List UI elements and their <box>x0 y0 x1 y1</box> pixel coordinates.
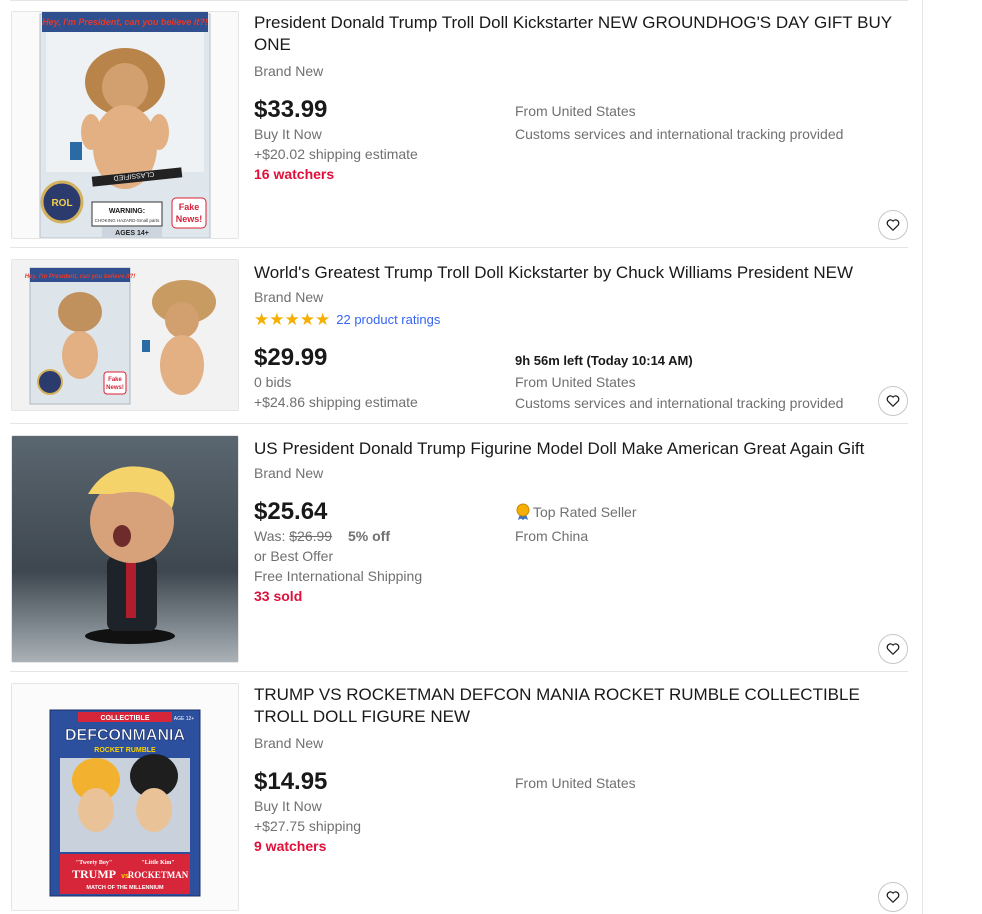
svg-text:ROL: ROL <box>51 198 72 209</box>
condition-label: Brand New <box>254 465 324 481</box>
shipping-cost: Free International Shipping <box>254 568 423 584</box>
listing-image[interactable]: COLLECTIBLE DEFCONMANIA ROCKET RUMBLE AG… <box>11 683 239 911</box>
svg-text:"Tweety Boy": "Tweety Boy" <box>76 860 112 866</box>
heart-icon <box>886 891 900 903</box>
price: $25.64 <box>254 498 328 525</box>
star-icon: ★ <box>269 310 285 329</box>
item-location: From United States <box>515 103 636 119</box>
best-offer-label: or Best Offer <box>254 548 334 564</box>
star-icon: ★ <box>315 310 331 329</box>
condition-label: Brand New <box>254 289 324 305</box>
price: $33.99 <box>254 96 328 123</box>
ratings-count-link[interactable]: 22 product ratings <box>336 312 440 327</box>
original-price: $26.99 <box>289 528 333 544</box>
watch-heart-button[interactable] <box>878 882 908 912</box>
defconmania-box-image: COLLECTIBLE DEFCONMANIA ROCKET RUMBLE AG… <box>12 684 238 910</box>
svg-text:"Little Kim": "Little Kim" <box>141 860 175 866</box>
listing-title-link[interactable]: President Donald Trump Troll Doll Kickst… <box>254 12 894 56</box>
listing-item: US President Donald Trump Figurine Model… <box>10 424 908 672</box>
top-rated-medal-icon <box>516 503 530 520</box>
sold-count: 33 sold <box>254 588 303 604</box>
svg-text:MATCH OF THE MILLENNIUM: MATCH OF THE MILLENNIUM <box>86 885 164 891</box>
shipping-cost: +$24.86 shipping estimate <box>254 394 418 410</box>
svg-text:Fake: Fake <box>179 202 200 212</box>
figurine-image <box>12 436 238 662</box>
star-rating: ★ ★ ★ ★ ★ <box>254 311 330 328</box>
customs-info: Customs services and international track… <box>515 126 844 142</box>
watchers-count: 16 watchers <box>254 166 335 182</box>
svg-text:News!: News! <box>176 214 203 224</box>
svg-text:Hey, I'm President, can you be: Hey, I'm President, can you believe it?! <box>42 17 208 27</box>
listing-image[interactable]: Hey, I'm President, can you believe it?!… <box>11 259 239 411</box>
heart-icon <box>886 643 900 655</box>
shipping-cost: +$27.75 shipping <box>254 818 362 834</box>
listing-title-link[interactable]: TRUMP VS ROCKETMAN DEFCON MANIA ROCKET R… <box>254 684 894 728</box>
watch-heart-button[interactable] <box>878 634 908 664</box>
top-rated-seller-badge: Top Rated Seller <box>515 503 637 521</box>
divider <box>922 0 923 914</box>
was-label: Was: <box>254 528 286 544</box>
was-price: Was: $26.99 5% off <box>254 528 390 544</box>
time-left: 9h 56m left (Today 10:14 AM) <box>515 353 693 368</box>
discount-badge: 5% off <box>347 528 390 544</box>
bids-count: 0 bids <box>254 374 292 390</box>
heart-icon <box>886 395 900 407</box>
listing-title-link[interactable]: World's Greatest Trump Troll Doll Kickst… <box>254 262 894 284</box>
svg-text:News!: News! <box>106 385 124 391</box>
price: $14.95 <box>254 768 328 795</box>
star-icon: ★ <box>284 310 300 329</box>
listing-item: Hey, I'm President, can you believe it?!… <box>10 248 908 424</box>
svg-text:Fake: Fake <box>108 377 122 383</box>
shipping-cost: +$20.02 shipping estimate <box>254 146 418 162</box>
search-results-page: Hey, I'm President, can you believe it?!… <box>0 0 982 914</box>
listing-title-link[interactable]: US President Donald Trump Figurine Model… <box>254 438 894 460</box>
purchase-format: Buy It Now <box>254 798 322 814</box>
troll-doll-box-image: Hey, I'm President, can you believe it?!… <box>12 260 238 410</box>
customs-info: Customs services and international track… <box>515 395 844 411</box>
item-location: From United States <box>515 374 636 390</box>
purchase-format: Buy It Now <box>254 126 322 142</box>
heart-icon <box>886 219 900 231</box>
svg-text:AGES 14+: AGES 14+ <box>115 230 149 237</box>
watch-heart-button[interactable] <box>878 386 908 416</box>
watchers-count: 9 watchers <box>254 838 327 854</box>
star-icon: ★ <box>254 310 270 329</box>
price: $29.99 <box>254 344 328 371</box>
item-location: From United States <box>515 775 636 791</box>
star-icon: ★ <box>299 310 315 329</box>
item-location: From China <box>515 528 589 544</box>
condition-label: Brand New <box>254 735 324 751</box>
svg-text:Hey, I'm President, can you be: Hey, I'm President, can you believe it?! <box>25 274 136 280</box>
svg-text:ROCKET RUMBLE: ROCKET RUMBLE <box>94 747 156 754</box>
svg-text:WARNING:: WARNING: <box>109 208 145 215</box>
listing-image[interactable] <box>11 435 239 663</box>
condition-label: Brand New <box>254 63 324 79</box>
svg-text:COLLECTIBLE: COLLECTIBLE <box>101 715 150 722</box>
svg-text:DEFCONMANIA: DEFCONMANIA <box>65 727 185 744</box>
svg-text:CHOKING HAZARD-Small parts: CHOKING HAZARD-Small parts <box>95 218 161 223</box>
svg-text:TRUMP: TRUMP <box>72 867 116 881</box>
listing-item: Hey, I'm President, can you believe it?!… <box>10 0 908 248</box>
svg-text:AGE 12+: AGE 12+ <box>174 716 195 722</box>
svg-text:ROCKETMAN: ROCKETMAN <box>128 870 189 880</box>
watch-heart-button[interactable] <box>878 210 908 240</box>
troll-doll-box-image: Hey, I'm President, can you believe it?!… <box>12 12 238 238</box>
listing-image[interactable]: Hey, I'm President, can you believe it?!… <box>11 11 239 239</box>
top-rated-label: Top Rated Seller <box>533 504 637 520</box>
product-rating[interactable]: ★ ★ ★ ★ ★ 22 product ratings <box>254 311 440 328</box>
listing-item: COLLECTIBLE DEFCONMANIA ROCKET RUMBLE AG… <box>10 672 908 914</box>
